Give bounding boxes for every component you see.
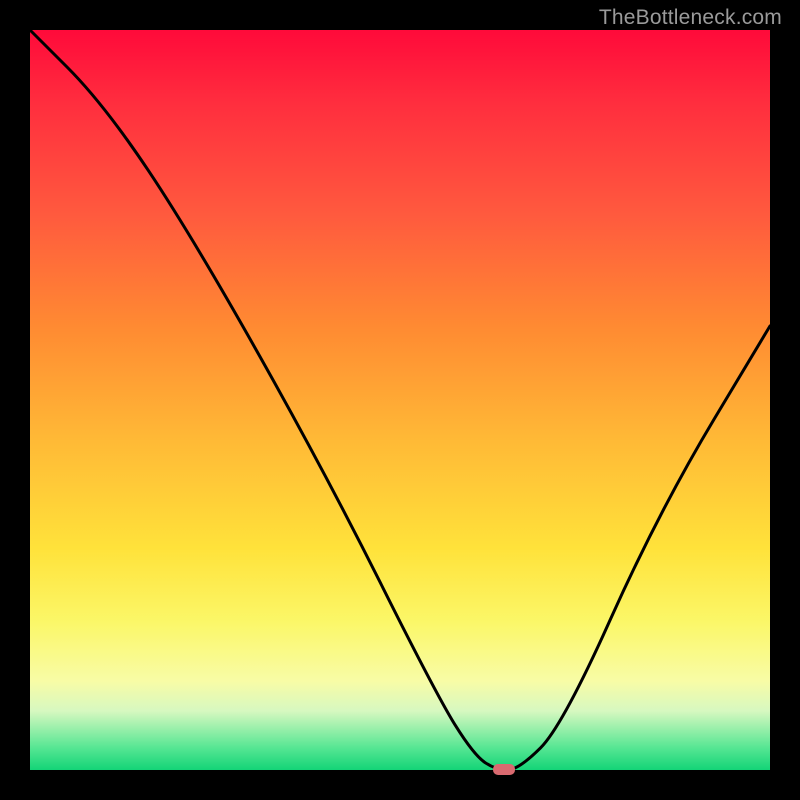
watermark-label: TheBottleneck.com <box>599 6 782 30</box>
optimum-marker <box>493 764 515 775</box>
chart-frame: TheBottleneck.com <box>0 0 800 800</box>
bottleneck-curve <box>30 30 770 770</box>
plot-area <box>30 30 770 770</box>
